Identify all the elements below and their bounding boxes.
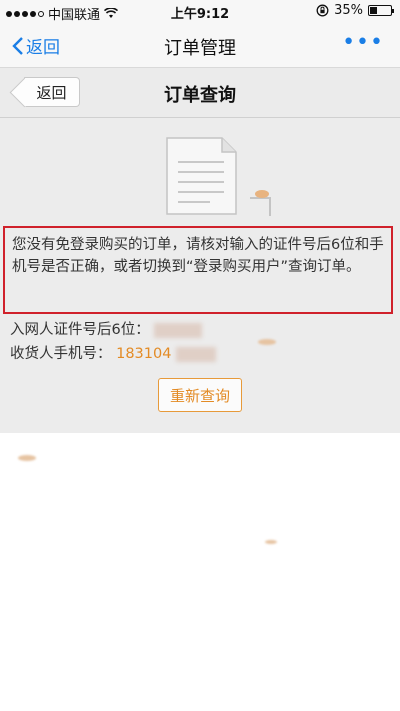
battery-percent: 35% <box>334 3 363 18</box>
id-number-row: 入网人证件号后6位： <box>10 318 203 339</box>
sub-header: 返回 订单查询 <box>0 68 400 118</box>
sub-back-label: 返回 <box>36 83 67 102</box>
rotation-lock-icon <box>316 4 329 17</box>
image-artifact <box>265 540 277 544</box>
navigation-bar: 返回 订单管理 ••• <box>0 22 400 68</box>
requery-button[interactable]: 重新查询 <box>158 378 242 412</box>
more-dots-icon[interactable]: ••• <box>342 30 384 55</box>
main-content: 您没有免登录购买的订单，请核对输入的证件号后6位和手机号是否正确，或者切换到“登… <box>0 118 400 433</box>
document-icon <box>166 137 271 216</box>
phone-number-redacted <box>176 346 217 362</box>
id-number-label: 入网人证件号后6位： <box>10 322 150 338</box>
image-artifact <box>258 339 276 345</box>
phone-number-row: 收货人手机号： 183104 <box>10 342 217 363</box>
phone-number-label: 收货人手机号： <box>10 346 112 362</box>
id-number-redacted <box>154 322 203 338</box>
image-artifact <box>18 455 36 461</box>
status-bar: 中国联通 上午9:12 35% <box>0 0 400 23</box>
phone-number-value: 183104 <box>116 346 172 362</box>
nav-title: 订单管理 <box>164 38 236 59</box>
error-message: 您没有免登录购买的订单，请核对输入的证件号后6位和手机号是否正确，或者切换到“登… <box>3 226 393 314</box>
battery-icon <box>368 5 394 16</box>
